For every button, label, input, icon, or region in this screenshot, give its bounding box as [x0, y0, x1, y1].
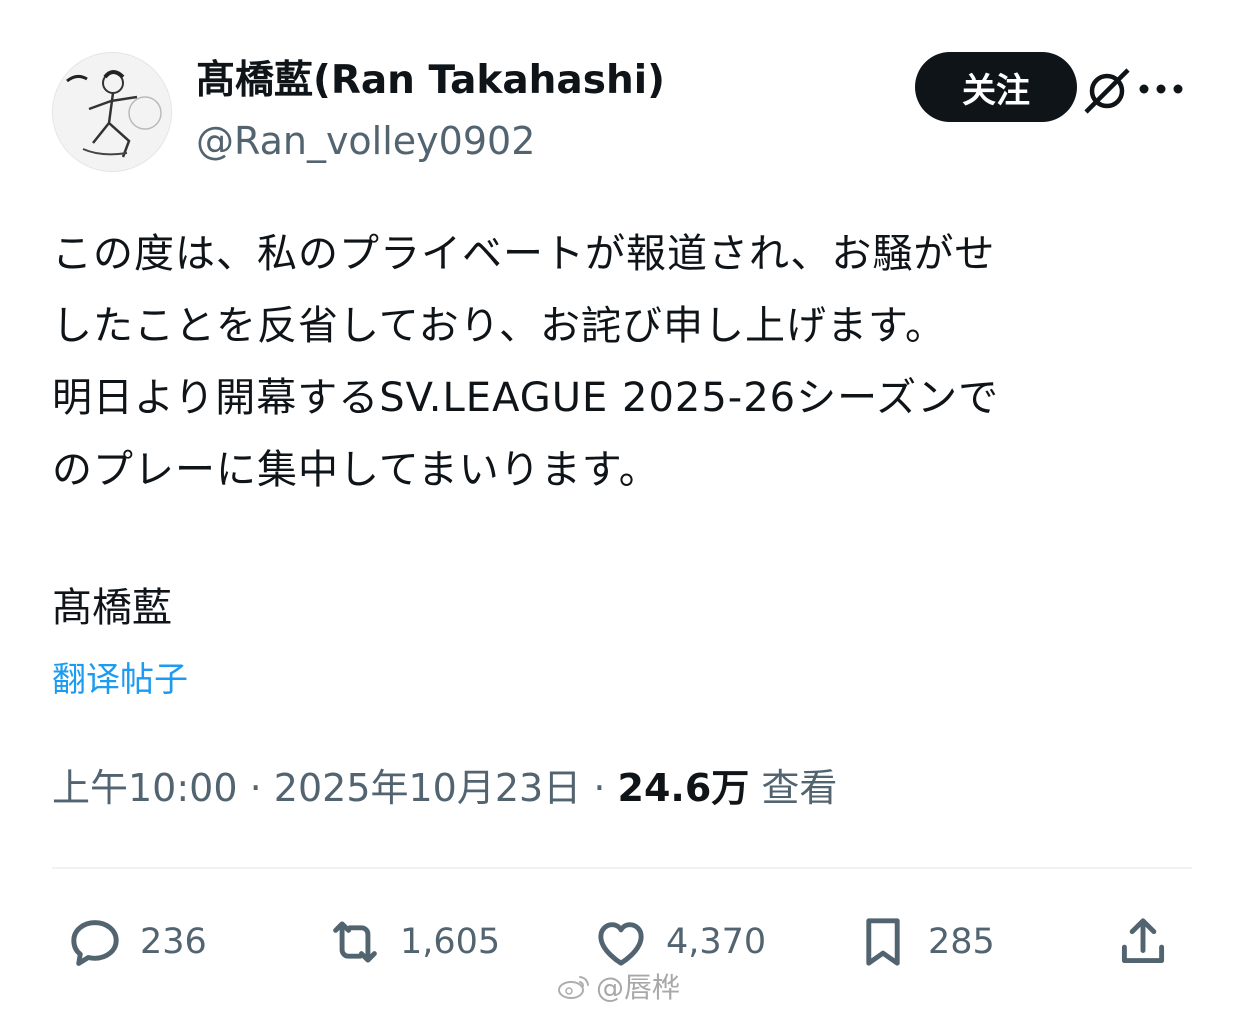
meta-separator: · [249, 766, 262, 810]
bookmark-count: 285 [928, 922, 995, 962]
repost-button[interactable]: 1,605 [324, 908, 500, 976]
watermark: @唇桦 [556, 966, 680, 1006]
display-name[interactable]: 髙橋藍(Ran Takahashi) [196, 54, 665, 108]
divider [52, 867, 1192, 869]
tweet-line: 明日より開幕するSV.LEAGUE 2025-26シーズンで [52, 375, 1000, 421]
follow-button[interactable]: 关注 [915, 52, 1077, 122]
tweet-meta: 上午10:00 · 2025年10月23日 · 24.6万 查看 [52, 760, 837, 816]
watermark-text: @唇桦 [596, 971, 681, 1004]
reply-icon [71, 920, 119, 966]
reply-button[interactable]: 236 [64, 908, 207, 976]
volleyball-player-sketch-icon [53, 53, 171, 171]
avatar[interactable] [52, 52, 172, 172]
repost-count: 1,605 [400, 922, 501, 962]
post-time[interactable]: 上午10:00 [52, 766, 238, 810]
post-date[interactable]: 2025年10月23日 [274, 766, 581, 810]
grok-icon[interactable] [1080, 66, 1134, 116]
more-icon[interactable] [1136, 74, 1186, 104]
views-label: 查看 [761, 766, 838, 810]
like-count: 4,370 [666, 922, 767, 962]
meta-separator: · [593, 766, 606, 810]
tweet-line: この度は、私のプライベートが報道され、お騒がせ [52, 231, 996, 277]
views-count: 24.6万 [617, 766, 750, 810]
share-button[interactable] [1112, 908, 1174, 976]
user-handle[interactable]: @Ran_volley0902 [196, 114, 535, 168]
translate-post-link[interactable]: 翻译帖子 [52, 655, 188, 705]
heart-icon [598, 922, 644, 966]
share-icon [1121, 918, 1165, 964]
tweet-signature: 髙橋藍 [52, 585, 172, 631]
tweet-text: この度は、私のプライベートが報道され、お騒がせ したことを反省しており、お詫び申… [52, 218, 1192, 506]
tweet-line: したことを反省しており、お詫び申し上げます。 [52, 303, 946, 349]
repost-icon [333, 921, 377, 963]
tweet-line: のプレーに集中してまいります。 [52, 447, 660, 493]
weibo-icon [558, 976, 589, 999]
reply-count: 236 [140, 922, 207, 962]
bookmark-button[interactable]: 285 [852, 908, 995, 976]
bookmark-icon [866, 918, 900, 966]
